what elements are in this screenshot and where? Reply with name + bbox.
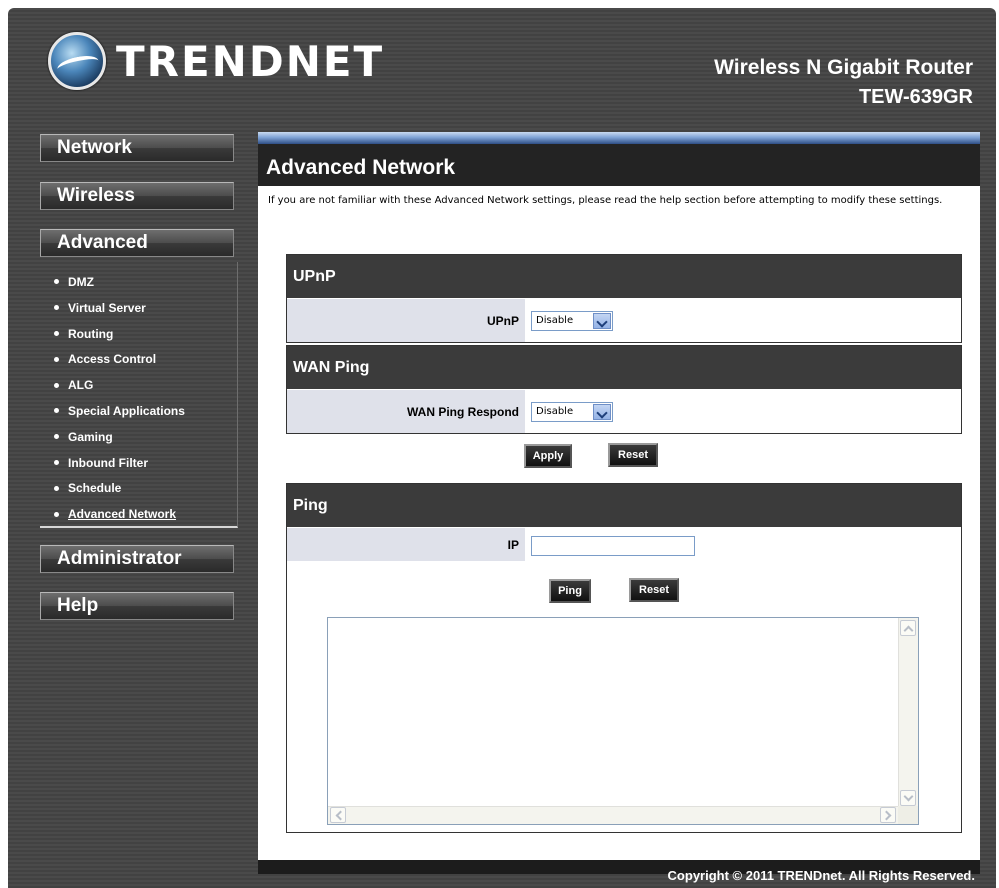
upnp-select-value: Disable <box>536 315 574 326</box>
trendnet-logo-icon <box>48 32 106 90</box>
submenu-item-label: Inbound Filter <box>68 455 148 470</box>
apply-button[interactable]: Apply <box>524 444 572 468</box>
submenu-item-access-control[interactable]: Access Control <box>40 347 237 373</box>
submenu-item-special-applications[interactable]: Special Applications <box>40 399 237 425</box>
title-bar: Advanced Network <box>258 144 980 186</box>
submenu-item-inbound-filter[interactable]: Inbound Filter <box>40 451 237 477</box>
bullet-icon <box>54 511 59 517</box>
ping-section: Ping IP Ping Reset <box>286 483 962 833</box>
submenu-item-label: ALG <box>68 378 94 393</box>
bullet-icon <box>54 279 59 285</box>
scroll-right-icon[interactable] <box>880 807 896 823</box>
page-title: Advanced Network <box>266 156 456 179</box>
submenu-item-label: Virtual Server <box>68 300 146 315</box>
bullet-icon <box>54 485 59 491</box>
bullet-icon <box>54 382 59 388</box>
intro-text: If you are not familiar with these Advan… <box>268 195 943 206</box>
upnp-section-header: UPnP <box>287 255 961 298</box>
ping-button[interactable]: Ping <box>549 579 591 603</box>
submenu-item-dmz[interactable]: DMZ <box>40 270 237 296</box>
submenu-item-advanced-network[interactable]: Advanced Network <box>40 502 237 528</box>
submenu-item-schedule[interactable]: Schedule <box>40 476 237 502</box>
wan-ping-select-value: Disable <box>536 406 574 417</box>
bullet-icon <box>54 408 59 414</box>
upnp-label: UPnP <box>287 299 525 342</box>
main-panel: Advanced Network If you are not familiar… <box>258 132 980 874</box>
submenu-item-label: Special Applications <box>68 403 185 418</box>
submenu-item-label: Access Control <box>68 352 157 367</box>
bullet-icon <box>54 434 59 440</box>
nav-administrator-button[interactable]: Administrator <box>40 545 234 573</box>
wan-ping-respond-label: WAN Ping Respond <box>287 390 525 433</box>
submenu-item-routing[interactable]: Routing <box>40 322 237 348</box>
submenu-item-virtual-server[interactable]: Virtual Server <box>40 296 237 322</box>
chevron-down-icon[interactable] <box>593 404 611 420</box>
upnp-row: UPnP Disable <box>287 298 961 342</box>
bullet-icon <box>54 330 59 336</box>
nav-advanced-button[interactable]: Advanced <box>40 229 234 257</box>
chevron-down-icon[interactable] <box>593 313 611 329</box>
vertical-scrollbar[interactable] <box>898 618 918 808</box>
copyright-text: Copyright © 2011 TRENDnet. All Rights Re… <box>667 868 975 883</box>
ping-ip-row: IP <box>287 527 961 561</box>
submenu-item-label: Advanced Network <box>68 507 177 522</box>
bullet-icon <box>54 459 59 465</box>
submenu-item-label: DMZ <box>68 275 94 289</box>
wan-ping-row: WAN Ping Respond Disable <box>287 389 961 433</box>
ping-reset-button[interactable]: Reset <box>629 578 679 602</box>
model-name: TEW-639GR <box>858 86 973 108</box>
scroll-up-icon[interactable] <box>900 620 916 636</box>
scroll-down-icon[interactable] <box>900 790 916 806</box>
submenu-item-label: Gaming <box>68 429 113 444</box>
upnp-select[interactable]: Disable <box>531 311 613 331</box>
nav-wireless-button[interactable]: Wireless <box>40 182 234 210</box>
bullet-icon <box>54 305 59 311</box>
ping-section-header: Ping <box>287 484 961 527</box>
bullet-icon <box>54 356 59 362</box>
product-name: Wireless N Gigabit Router <box>714 56 973 79</box>
title-accent-stripe <box>258 132 980 144</box>
ping-result-textarea[interactable] <box>327 617 919 825</box>
reset-button[interactable]: Reset <box>608 443 658 467</box>
brand-logo-text: TRENDNET <box>116 37 385 86</box>
wan-ping-section-header: WAN Ping <box>287 346 961 389</box>
horizontal-scrollbar[interactable] <box>328 806 900 824</box>
scroll-left-icon[interactable] <box>330 807 346 823</box>
advanced-submenu: DMZ Virtual Server Routing Access Contro… <box>40 262 238 528</box>
wan-ping-respond-select[interactable]: Disable <box>531 402 613 422</box>
upnp-section: UPnP UPnP Disable <box>286 254 962 343</box>
nav-help-button[interactable]: Help <box>40 592 234 620</box>
submenu-item-alg[interactable]: ALG <box>40 373 237 399</box>
nav-network-button[interactable]: Network <box>40 134 234 162</box>
scroll-corner <box>898 806 918 824</box>
submenu-item-label: Schedule <box>68 481 122 496</box>
wan-ping-section: WAN Ping WAN Ping Respond Disable <box>286 345 962 434</box>
ip-input[interactable] <box>531 536 695 556</box>
submenu-item-gaming[interactable]: Gaming <box>40 425 237 451</box>
ip-label: IP <box>287 528 525 561</box>
submenu-item-label: Routing <box>68 326 114 341</box>
